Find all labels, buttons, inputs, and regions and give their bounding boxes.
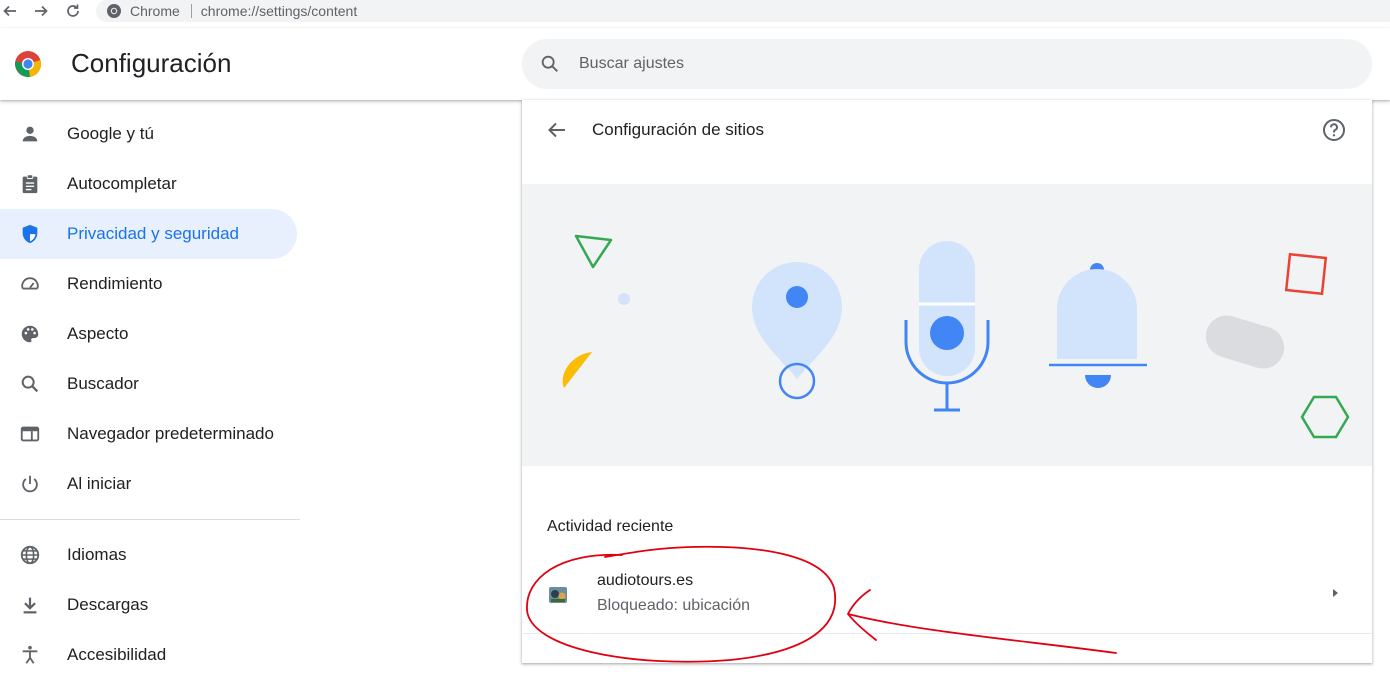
sidebar-item-languages[interactable]: Idiomas <box>0 530 297 580</box>
address-separator <box>190 4 192 18</box>
sidebar-item-label: Buscador <box>67 374 139 393</box>
chevron-right-icon <box>1333 589 1338 597</box>
pill-shape <box>1205 315 1285 369</box>
sidebar-item-google[interactable]: Google y tú <box>0 109 297 159</box>
accessibility-icon <box>18 643 42 667</box>
recent-activity-item[interactable]: audiotours.es Bloqueado: ubicación <box>522 556 1372 634</box>
card-title: Configuración de sitios <box>592 120 764 139</box>
sidebar-item-label: Idiomas <box>67 545 127 564</box>
chrome-icon <box>107 4 121 18</box>
sidebar-item-label: Accesibilidad <box>67 645 167 664</box>
dot-shape <box>618 293 630 305</box>
card-header: Configuración de sitios <box>522 100 1372 160</box>
help-icon[interactable] <box>1322 118 1346 142</box>
address-site-label: Chrome <box>130 3 180 19</box>
sidebar-item-default-browser[interactable]: Navegador predeterminado <box>0 409 297 459</box>
sidebar-item-on-startup[interactable]: Al iniciar <box>0 459 297 509</box>
browser-toolbar: Chrome chrome://settings/content <box>0 0 1390 22</box>
sidebar-item-label: Autocompletar <box>67 174 177 193</box>
site-favicon-icon <box>549 587 567 603</box>
power-icon <box>18 472 42 496</box>
search-icon <box>18 372 42 396</box>
sidebar-item-search-engine[interactable]: Buscador <box>0 359 297 409</box>
half-moon-shape <box>562 352 592 388</box>
site-settings-card: Configuración de sitios Actividad recien… <box>522 100 1372 663</box>
page-title: Configuración <box>71 48 232 78</box>
sidebar: Google y tú Autocompletar Privacidad y s… <box>0 109 300 680</box>
chrome-logo-icon <box>15 51 42 77</box>
location-pin-icon <box>752 262 842 400</box>
settings-header: Configuración <box>0 28 1390 100</box>
address-url[interactable]: chrome://settings/content <box>201 3 357 19</box>
sidebar-item-label: Rendimiento <box>67 274 163 293</box>
sidebar-item-label: Aspecto <box>67 324 129 343</box>
hexagon-shape <box>1300 395 1350 439</box>
sidebar-item-performance[interactable]: Rendimiento <box>0 259 297 309</box>
bell-icon <box>1049 263 1147 388</box>
sidebar-item-accessibility[interactable]: Accesibilidad <box>0 630 297 680</box>
sidebar-item-privacy[interactable]: Privacidad y seguridad <box>0 209 297 259</box>
download-icon <box>18 593 42 617</box>
search-icon <box>541 55 558 72</box>
sidebar-item-downloads[interactable]: Descargas <box>0 580 297 630</box>
sidebar-divider <box>0 519 300 520</box>
search-box[interactable] <box>522 39 1372 89</box>
reload-icon[interactable] <box>63 1 83 21</box>
sidebar-item-label: Al iniciar <box>67 474 132 493</box>
site-settings-illustration <box>522 184 1372 466</box>
microphone-icon <box>904 241 990 412</box>
site-permission-status: Bloqueado: ubicación <box>597 597 751 614</box>
address-bar[interactable]: Chrome chrome://settings/content <box>96 0 1390 22</box>
sidebar-item-label: Descargas <box>67 595 149 614</box>
sidebar-item-label: Google y tú <box>67 124 154 143</box>
speedometer-icon <box>18 272 42 296</box>
search-input[interactable] <box>579 55 1279 73</box>
browser-window-icon <box>18 422 42 446</box>
palette-icon <box>18 322 42 346</box>
shield-icon <box>18 222 42 246</box>
recent-activity-heading: Actividad reciente <box>547 518 674 535</box>
arrow-back-icon[interactable] <box>0 1 20 21</box>
sidebar-item-autofill[interactable]: Autocompletar <box>0 159 297 209</box>
square-shape <box>1284 252 1328 296</box>
sidebar-item-appearance[interactable]: Aspecto <box>0 309 297 359</box>
sidebar-item-label: Privacidad y seguridad <box>67 224 239 243</box>
globe-icon <box>18 543 42 567</box>
triangle-shape <box>574 234 613 269</box>
arrow-forward-icon[interactable] <box>31 1 51 21</box>
back-arrow-icon[interactable] <box>544 117 570 143</box>
sidebar-item-label: Navegador predeterminado <box>67 424 274 443</box>
clipboard-icon <box>18 172 42 196</box>
person-icon <box>18 122 42 146</box>
site-name: audiotours.es <box>597 572 694 589</box>
